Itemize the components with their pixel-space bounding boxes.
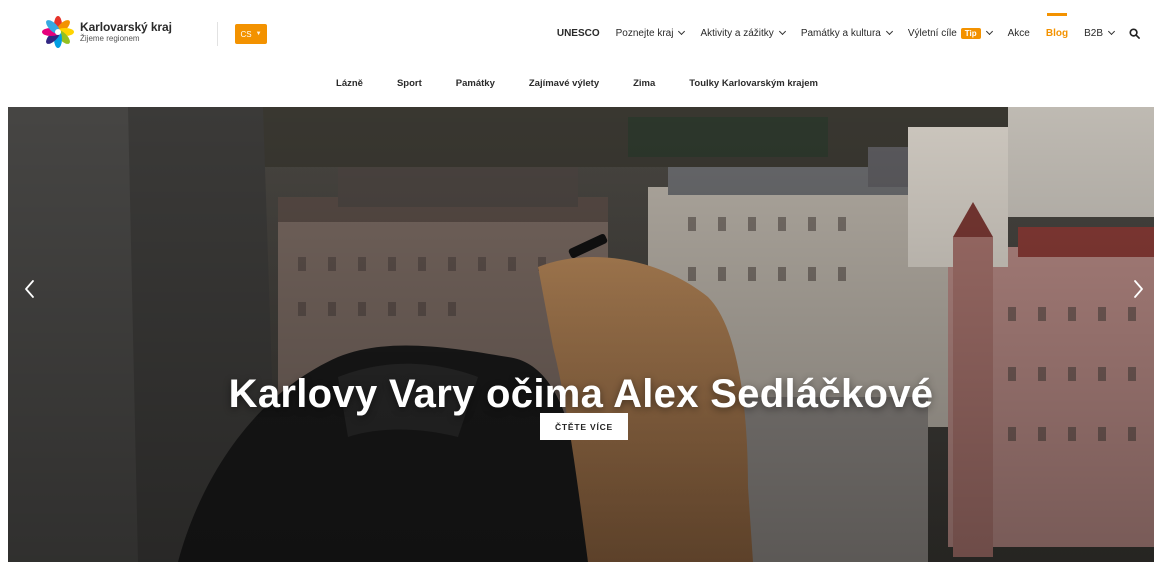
subnav-item-zima[interactable]: Zima <box>616 78 672 98</box>
nav-blog-label: Blog <box>1045 27 1069 39</box>
chevron-down-icon <box>678 27 686 36</box>
read-more-button[interactable]: ČTĚTE VÍCE <box>540 413 628 440</box>
nav-b2b[interactable]: B2B <box>1076 28 1122 39</box>
chevron-down-icon <box>985 27 993 36</box>
chevron-right-icon <box>1134 280 1143 298</box>
search-icon[interactable] <box>1126 25 1142 41</box>
nav-poznejte-kraj-label: Poznejte kraj <box>615 27 674 39</box>
nav-poznejte-kraj[interactable]: Poznejte kraj <box>608 28 693 39</box>
subnav-item-toulky[interactable]: Toulky Karlovarským krajem <box>672 78 835 98</box>
hero-background-image <box>8 107 1154 562</box>
tip-badge: Tip <box>960 27 981 39</box>
nav-blog[interactable]: Blog <box>1038 28 1076 39</box>
brand-title: Karlovarský kraj <box>80 20 172 34</box>
site-header: Karlovarský kraj Žijeme regionem CS ▼ UN… <box>0 0 1154 89</box>
nav-aktivity-label: Aktivity a zážitky <box>700 27 774 39</box>
nav-pamatky[interactable]: Památky a kultura <box>793 28 900 39</box>
sub-nav: Lázně Sport Památky Zajímavé výlety Zima… <box>0 78 1154 98</box>
chevron-down-icon <box>885 27 893 36</box>
brand-text: Karlovarský kraj Žijeme regionem <box>80 21 172 43</box>
header-divider <box>217 22 218 46</box>
nav-b2b-label: B2B <box>1084 27 1103 39</box>
nav-vyletni-cile-label: Výletní cíle <box>907 27 957 39</box>
nav-pamatky-label: Památky a kultura <box>800 27 881 39</box>
brand-logo[interactable]: Karlovarský kraj Žijeme regionem <box>42 16 172 48</box>
slider-next-button[interactable] <box>1128 277 1148 301</box>
nav-unesco-label: UNESCO <box>556 27 600 39</box>
chevron-down-icon <box>1107 27 1116 36</box>
hero-title: Karlovy Vary očima Alex Sedláčkové <box>228 372 934 416</box>
slider-prev-button[interactable] <box>20 277 40 301</box>
chevron-down-icon <box>778 27 786 36</box>
subnav-item-pamatky[interactable]: Památky <box>439 78 512 98</box>
nav-unesco[interactable]: UNESCO <box>549 28 608 39</box>
subnav-item-sport[interactable]: Sport <box>380 78 439 98</box>
main-nav: UNESCO Poznejte kraj Aktivity a zážitky … <box>549 25 1142 41</box>
language-select[interactable]: CS ▼ <box>235 24 267 44</box>
flower-logo-icon <box>42 16 74 48</box>
subnav-item-zajimave-vylety[interactable]: Zajímavé výlety <box>512 78 616 98</box>
nav-akce-label: Akce <box>1007 27 1030 39</box>
nav-aktivity[interactable]: Aktivity a zážitky <box>692 28 792 39</box>
subnav-item-lazne[interactable]: Lázně <box>319 78 380 98</box>
chevron-down-icon: ▼ <box>255 31 262 37</box>
chevron-left-icon <box>25 280 34 298</box>
language-label: CS <box>240 29 252 39</box>
nav-akce[interactable]: Akce <box>1000 28 1038 39</box>
nav-vyletni-cile[interactable]: Výletní cíle Tip <box>900 27 1000 39</box>
hero-slider: Karlovy Vary očima Alex Sedláčkové ČTĚTE… <box>8 107 1154 562</box>
brand-subtitle: Žijeme regionem <box>80 34 140 43</box>
